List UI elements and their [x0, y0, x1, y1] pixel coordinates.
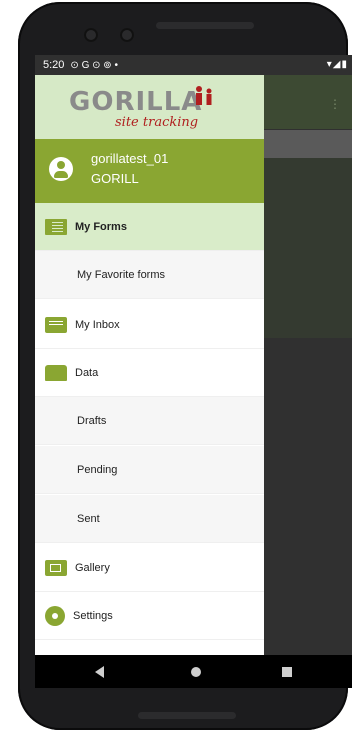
gorilla-logo: GORILLA site tracking [69, 86, 229, 131]
gallery-icon [45, 559, 67, 576]
background-content-card [264, 130, 352, 158]
menu-item-drafts[interactable]: Drafts [35, 397, 264, 445]
recents-icon[interactable] [282, 667, 292, 677]
status-notification-icons: ⊙ G ⊙ ⊚ • [70, 59, 118, 71]
menu-item-label: Sent [77, 512, 100, 525]
status-bar: 5:20 ⊙ G ⊙ ⊚ • ▾◢▮ [35, 55, 352, 75]
screen: 5:20 ⊙ G ⊙ ⊚ • ▾◢▮ ⋮ GORILLA site tracki… [35, 55, 352, 688]
background-content-panel [264, 158, 352, 338]
menu-item-label: Drafts [77, 414, 107, 427]
menu-item-label: My Forms [75, 220, 127, 233]
earpiece-speaker [156, 22, 254, 29]
system-navigation-bar [35, 655, 352, 688]
overflow-menu-icon: ⋮ [329, 97, 344, 111]
menu-item-settings[interactable]: Settings [35, 592, 264, 640]
status-signal-battery-icons: ▾◢▮ [326, 59, 348, 70]
menu-item-label: Gallery [75, 561, 110, 574]
drawer-logo-header: GORILLA site tracking [35, 75, 264, 139]
menu-item-pending[interactable]: Pending [35, 446, 264, 494]
phone-bottom-speaker [138, 712, 236, 719]
menu-item-label: Settings [73, 609, 113, 622]
menu-item-label: My Inbox [75, 318, 120, 331]
forms-icon [45, 218, 67, 235]
menu-item-data[interactable]: Data [35, 349, 264, 397]
menu-item-my-inbox[interactable]: My Inbox [35, 301, 264, 349]
gear-icon [47, 607, 63, 624]
logo-figures-icon [196, 86, 212, 105]
menu-item-label: My Favorite forms [77, 268, 166, 281]
user-account-header[interactable]: gorillatest_01 GORILL [35, 139, 264, 203]
logo-wordmark: GORILLA [69, 87, 203, 117]
inbox-icon [45, 316, 67, 333]
account-avatar-icon [49, 157, 73, 181]
front-camera-icon [84, 28, 98, 42]
folder-icon [45, 364, 67, 381]
sensor-icon [120, 28, 134, 42]
account-username: gorillatest_01 [91, 151, 169, 166]
status-time: 5:20 [43, 59, 65, 71]
phone-top-bezel [18, 2, 348, 58]
menu-item-label: Data [75, 366, 99, 379]
home-icon[interactable] [191, 667, 201, 677]
menu-item-label: Pending [77, 463, 118, 476]
logo-tagline: site tracking [115, 115, 199, 130]
navigation-drawer: GORILLA site tracking gorillatest_01 GOR… [35, 75, 264, 655]
menu-item-sent[interactable]: Sent [35, 495, 264, 543]
menu-item-my-favorite-forms[interactable]: My Favorite forms [35, 251, 264, 299]
back-icon[interactable] [95, 666, 104, 678]
menu-item-my-forms[interactable]: My Forms [35, 203, 264, 251]
menu-item-gallery[interactable]: Gallery [35, 544, 264, 592]
account-organization: GORILL [91, 171, 139, 186]
